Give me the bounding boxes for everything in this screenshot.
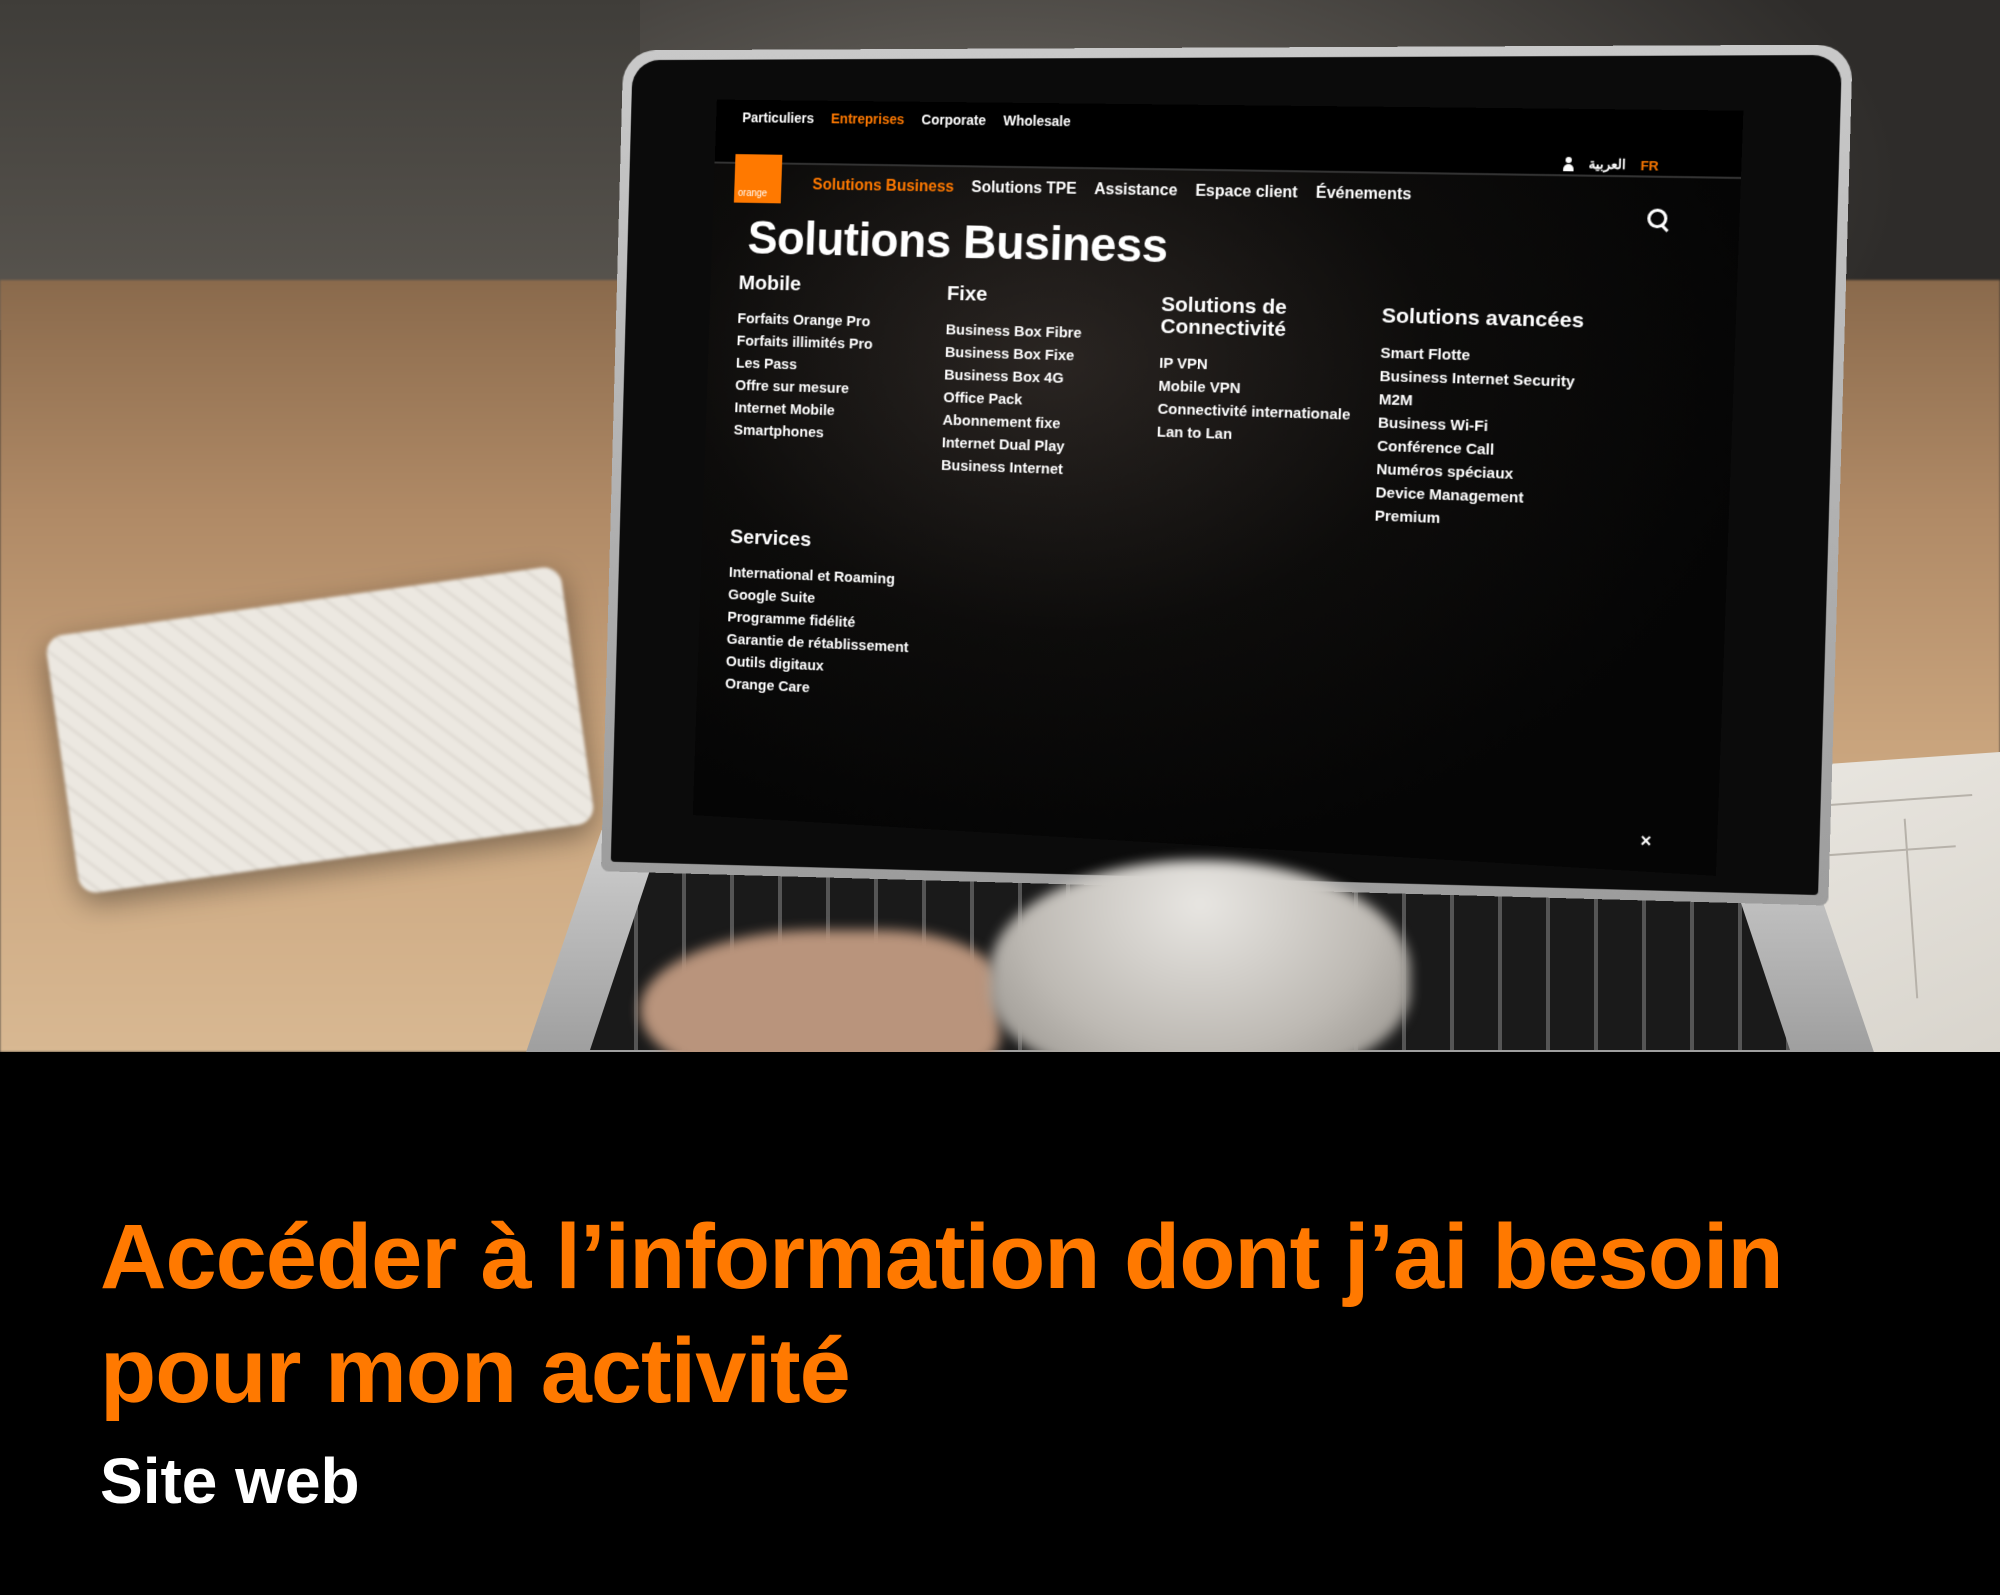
menu-column-services: Services International et Roaming Google… bbox=[725, 525, 978, 707]
menu-column-connectivite: Solutions de Connectivité IP VPN Mobile … bbox=[1156, 293, 1392, 451]
menu-column-solutions-avancees: Solutions avancées Smart Flotte Business… bbox=[1374, 304, 1630, 537]
close-icon[interactable]: × bbox=[1640, 830, 1652, 852]
caption-band: Accéder à l’information dont j’ai besoin… bbox=[0, 1052, 2000, 1595]
website-segment-nav: Particuliers Entreprises Corporate Whole… bbox=[742, 110, 1071, 130]
column-title[interactable]: Solutions avancées bbox=[1381, 304, 1630, 334]
mega-menu-title: Solutions Business bbox=[746, 212, 1169, 274]
menu-column-fixe: Fixe Business Box Fibre Business Box Fix… bbox=[941, 282, 1142, 484]
top-nav-particuliers[interactable]: Particuliers bbox=[742, 110, 814, 126]
main-nav-assistance[interactable]: Assistance bbox=[1094, 181, 1178, 200]
orange-logo[interactable]: orange bbox=[733, 154, 783, 204]
lang-fr-link[interactable]: FR bbox=[1640, 157, 1659, 173]
menu-link[interactable]: Smartphones bbox=[733, 419, 923, 448]
column-title[interactable]: Solutions de Connectivité bbox=[1160, 293, 1392, 344]
main-nav-solutions-tpe[interactable]: Solutions TPE bbox=[971, 179, 1077, 199]
column-title[interactable]: Fixe bbox=[947, 282, 1142, 309]
website-account-lang: العربية FR bbox=[1563, 156, 1659, 174]
search-icon[interactable] bbox=[1646, 208, 1668, 229]
top-nav-corporate[interactable]: Corporate bbox=[921, 112, 986, 129]
column-title[interactable]: Services bbox=[730, 525, 978, 558]
subheadline: Site web bbox=[100, 1445, 360, 1517]
laptop-screen-website: Particuliers Entreprises Corporate Whole… bbox=[692, 99, 1744, 876]
lang-arabic-link[interactable]: العربية bbox=[1588, 156, 1626, 173]
main-nav-evenements[interactable]: Événements bbox=[1315, 185, 1411, 205]
user-icon[interactable] bbox=[1563, 157, 1574, 171]
website-main-nav: Solutions Business Solutions TPE Assista… bbox=[812, 177, 1412, 205]
headline: Accéder à l’information dont j’ai besoin… bbox=[100, 1206, 1784, 1422]
hero-photo: Particuliers Entreprises Corporate Whole… bbox=[0, 0, 2000, 1052]
top-nav-wholesale[interactable]: Wholesale bbox=[1003, 113, 1071, 130]
main-nav-espace-client[interactable]: Espace client bbox=[1195, 183, 1298, 203]
website-top-bar: Particuliers Entreprises Corporate Whole… bbox=[714, 99, 1744, 180]
main-nav-solutions-business[interactable]: Solutions Business bbox=[812, 177, 954, 197]
column-title[interactable]: Mobile bbox=[738, 272, 928, 299]
logo-text: orange bbox=[737, 188, 768, 200]
top-nav-entreprises[interactable]: Entreprises bbox=[831, 111, 905, 128]
menu-column-mobile: Mobile Forfaits Orange Pro Forfaits illi… bbox=[733, 272, 928, 448]
